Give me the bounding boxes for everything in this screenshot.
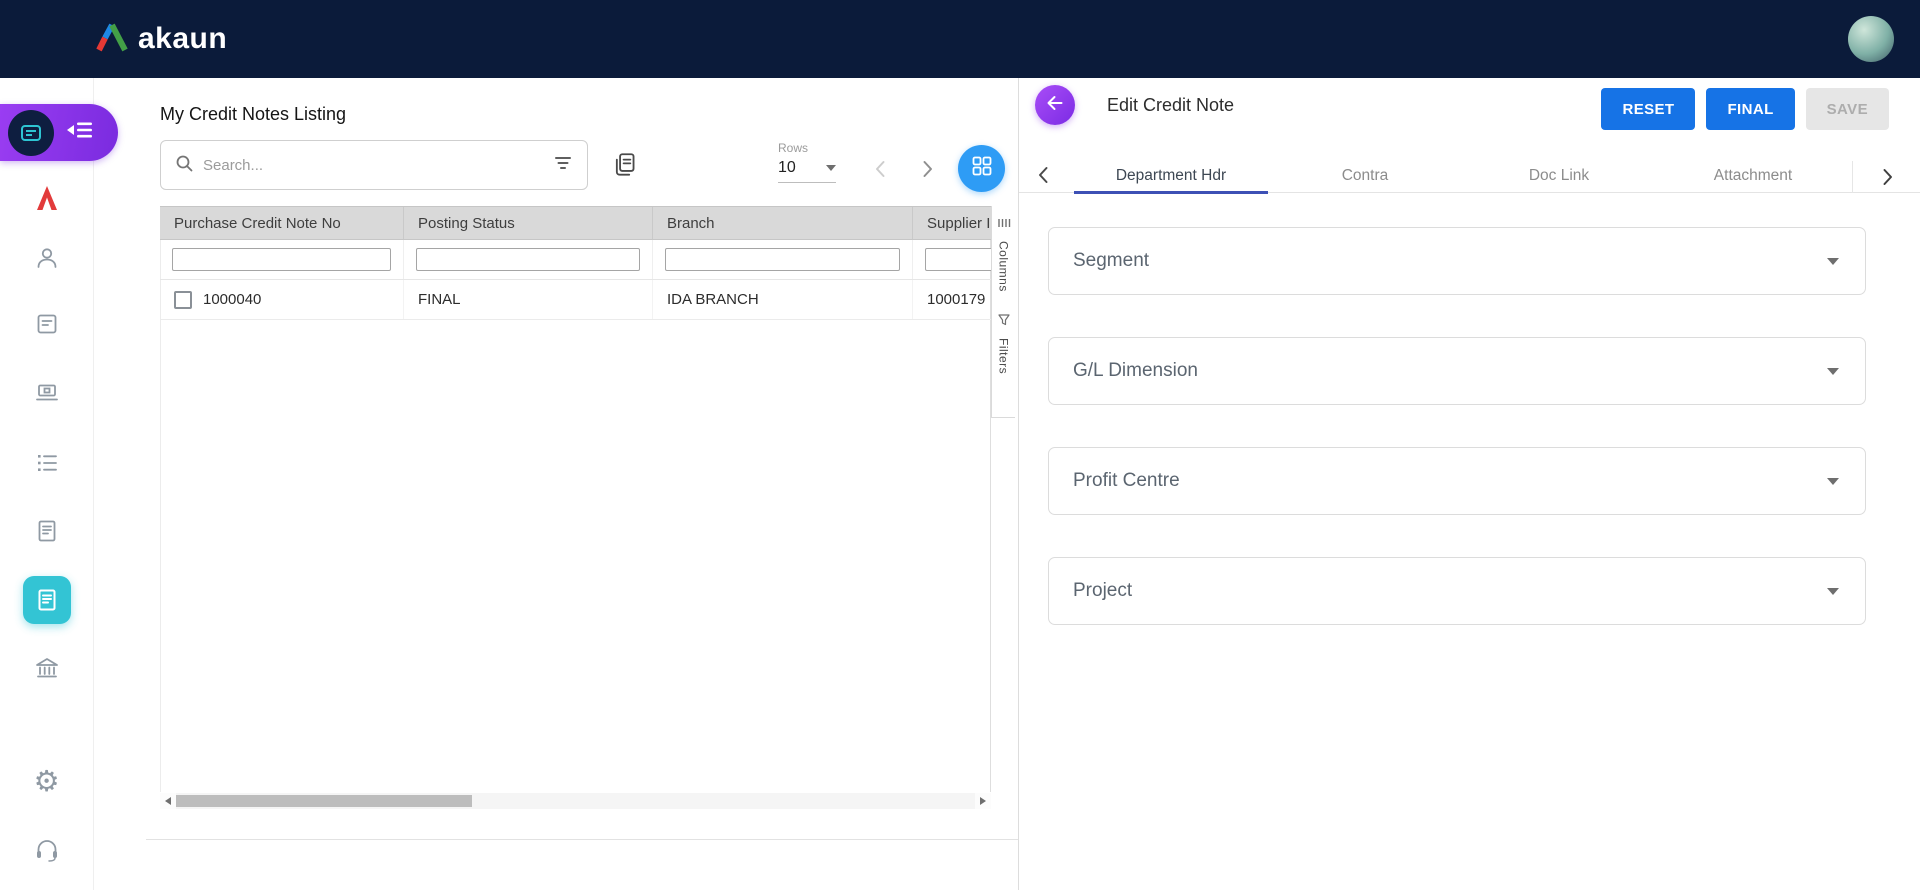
user-avatar[interactable] xyxy=(1848,16,1894,62)
chevron-down-icon xyxy=(1827,257,1839,265)
column-header[interactable]: Branch xyxy=(653,207,913,239)
filter-input-posting-status[interactable] xyxy=(416,248,640,271)
filter-input-supplier-id[interactable] xyxy=(925,248,991,271)
arrow-left-icon xyxy=(1045,93,1065,118)
scrollbar-track[interactable] xyxy=(176,793,975,809)
chevron-down-icon xyxy=(1827,477,1839,485)
sidebar: ⚙ xyxy=(0,78,118,890)
contacts-icon[interactable] xyxy=(32,243,62,273)
cell-purchase-credit-note-no: 1000040 xyxy=(203,291,262,308)
previous-page-button[interactable] xyxy=(870,158,894,182)
grid-icon xyxy=(971,155,993,182)
grid-view-button[interactable] xyxy=(958,145,1005,192)
table-row[interactable]: 1000040 FINAL IDA BRANCH 1000179 xyxy=(160,280,991,320)
cell-branch: IDA BRANCH xyxy=(667,291,759,308)
next-page-button[interactable] xyxy=(916,158,940,182)
search-input[interactable] xyxy=(203,156,543,174)
table-filter-row xyxy=(160,240,991,280)
drag-grip-icon xyxy=(997,216,1011,234)
column-header[interactable]: Supplier ID xyxy=(913,207,991,239)
scroll-left-button[interactable] xyxy=(160,793,176,809)
duplicate-view-icon[interactable] xyxy=(612,151,642,181)
invoice-icon[interactable] xyxy=(32,516,62,546)
profit-centre-dropdown[interactable]: Profit Centre xyxy=(1048,447,1866,515)
credit-notes-listing-panel: My Credit Notes Listing Rows 10 xyxy=(146,78,1018,840)
filter-input-branch[interactable] xyxy=(665,248,900,271)
listing-title: My Credit Notes Listing xyxy=(160,104,347,124)
table-header-row: Purchase Credit Note No Posting Status B… xyxy=(160,206,991,240)
gl-dimension-dropdown[interactable]: G/L Dimension xyxy=(1048,337,1866,405)
chevron-down-icon xyxy=(826,165,836,171)
topbar: akaun xyxy=(0,0,1920,78)
brand-logo: akaun xyxy=(95,22,227,57)
tab-attachment[interactable]: Attachment xyxy=(1656,161,1850,193)
scrollbar-thumb[interactable] xyxy=(176,795,472,807)
support-icon[interactable] xyxy=(32,835,62,865)
edit-credit-note-panel: Edit Credit Note RESET FINAL SAVE Depart… xyxy=(1019,78,1920,890)
tab-department-hdr[interactable]: Department Hdr xyxy=(1074,161,1268,194)
tabs-scroll-right-button[interactable] xyxy=(1852,161,1920,193)
tab-doc-link[interactable]: Doc Link xyxy=(1462,161,1656,193)
funnel-icon xyxy=(997,313,1010,331)
workspace-pill[interactable] xyxy=(0,104,118,161)
profit-centre-label: Profit Centre xyxy=(1073,470,1180,491)
module-red-icon[interactable] xyxy=(32,183,62,213)
brand-triangle-icon xyxy=(95,22,129,57)
filter-lines-icon[interactable] xyxy=(553,153,573,178)
rows-select[interactable]: 10 xyxy=(778,159,836,183)
columns-strip-toggle[interactable]: Columns xyxy=(997,241,1011,292)
menu-toggle-icon[interactable] xyxy=(67,120,93,145)
list-icon[interactable] xyxy=(32,448,62,478)
bank-icon[interactable] xyxy=(32,654,62,684)
column-header[interactable]: Purchase Credit Note No xyxy=(160,207,404,239)
tab-contra[interactable]: Contra xyxy=(1268,161,1462,193)
workspace-app-icon[interactable] xyxy=(8,109,54,156)
pos-terminal-icon[interactable] xyxy=(32,378,62,408)
project-dropdown[interactable]: Project xyxy=(1048,557,1866,625)
project-label: Project xyxy=(1073,580,1133,601)
search-box xyxy=(160,140,588,190)
filter-input-purchase-credit-note-no[interactable] xyxy=(172,248,391,271)
save-button[interactable]: SAVE xyxy=(1805,88,1889,130)
triangle-right-icon xyxy=(980,797,986,805)
segment-dropdown[interactable]: Segment xyxy=(1048,227,1866,295)
tabs: Department Hdr Contra Doc Link Attachmen… xyxy=(1074,161,1852,194)
brand-name: akaun xyxy=(138,22,228,55)
filters-strip-toggle[interactable]: Filters xyxy=(997,338,1011,374)
column-header[interactable]: Posting Status xyxy=(404,207,653,239)
reset-button[interactable]: RESET xyxy=(1601,88,1696,130)
ledger-icon[interactable] xyxy=(32,309,62,339)
settings-icon[interactable]: ⚙ xyxy=(32,767,62,797)
gl-dimension-label: G/L Dimension xyxy=(1073,360,1198,381)
segment-label: Segment xyxy=(1073,250,1150,271)
rows-value: 10 xyxy=(778,159,796,176)
search-icon xyxy=(175,154,193,177)
cell-posting-status: FINAL xyxy=(418,291,461,308)
rows-label: Rows xyxy=(778,141,809,155)
chevron-down-icon xyxy=(1827,587,1839,595)
table-side-strip: Columns Filters xyxy=(991,206,1015,418)
action-buttons: RESET FINAL SAVE xyxy=(1601,88,1889,130)
credit-note-icon[interactable] xyxy=(22,576,71,624)
cell-supplier-id: 1000179 xyxy=(927,291,986,308)
detail-tabbar: Department Hdr Contra Doc Link Attachmen… xyxy=(1019,161,1920,194)
tabs-scroll-left-button[interactable] xyxy=(1033,164,1059,190)
detail-title: Edit Credit Note xyxy=(1107,95,1235,115)
horizontal-scrollbar xyxy=(160,793,991,809)
rows-per-page: Rows 10 xyxy=(778,141,840,183)
row-checkbox[interactable] xyxy=(174,290,192,309)
back-button[interactable] xyxy=(1035,85,1075,125)
final-button[interactable]: FINAL xyxy=(1706,88,1795,130)
triangle-left-icon xyxy=(165,797,171,805)
chevron-down-icon xyxy=(1827,367,1839,375)
scroll-right-button[interactable] xyxy=(975,793,991,809)
gear-icon: ⚙ xyxy=(33,766,60,798)
credit-notes-table: Purchase Credit Note No Posting Status B… xyxy=(160,206,991,320)
